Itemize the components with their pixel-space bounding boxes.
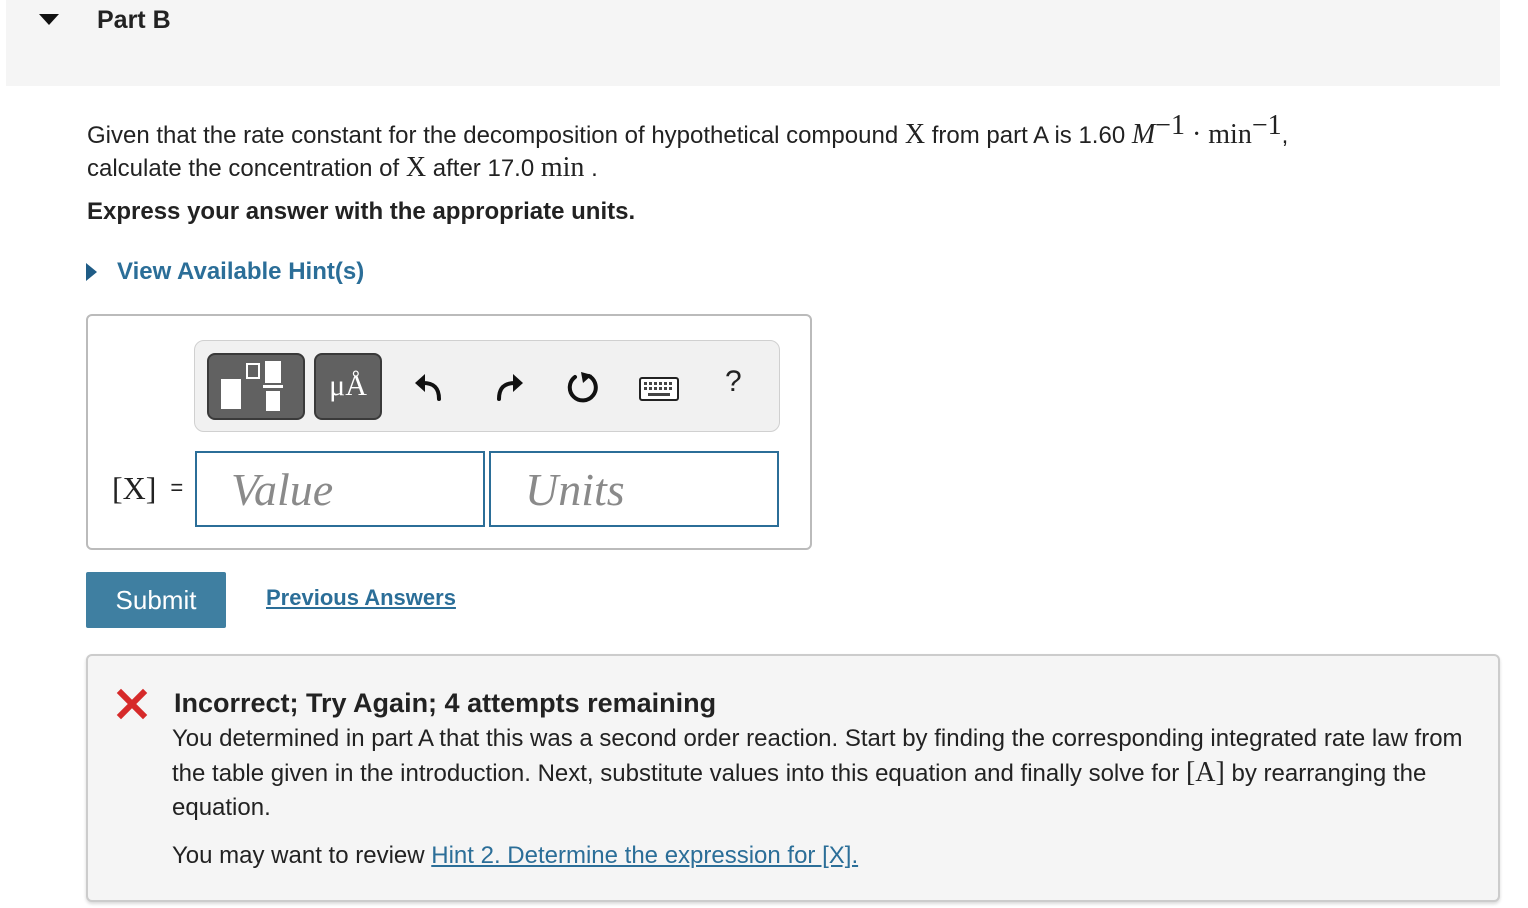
concentration-symbol: [A] (1185, 757, 1225, 788)
view-hints-label: View Available Hint(s) (117, 258, 365, 285)
unit-exponent: −1 (1251, 110, 1282, 141)
molarity-unit: M (1131, 119, 1156, 150)
question-text: Given that the rate constant for the dec… (87, 110, 1467, 185)
part-header[interactable]: Part B (6, 0, 1500, 86)
question-fragment: , (1281, 122, 1289, 149)
question-fragment: from part A is 1.60 (925, 122, 1132, 149)
keyboard-icon[interactable] (639, 377, 679, 401)
instruction-text: Express your answer with the appropriate… (87, 198, 636, 225)
x-mark-icon (116, 688, 148, 720)
question-fragment: . (584, 155, 598, 182)
dot-operator: · (1184, 119, 1209, 150)
compound-symbol: X (904, 119, 926, 150)
help-button[interactable]: ? (725, 365, 742, 399)
question-fragment: calculate the concentration of (87, 155, 406, 182)
undo-icon[interactable] (411, 369, 447, 405)
equals-sign: = (170, 475, 184, 500)
value-input[interactable] (195, 451, 485, 527)
math-toolbar: μÅ ? (194, 340, 780, 432)
redo-icon[interactable] (491, 369, 527, 405)
templates-button[interactable] (207, 353, 305, 420)
review-prefix: You may want to review (172, 842, 432, 869)
feedback-body: You determined in part A that this was a… (172, 722, 1482, 825)
fraction-template-icon (221, 361, 283, 411)
answer-variable-label: [X] = (112, 470, 183, 507)
time-unit: min (540, 152, 585, 183)
question-fragment: Given that the rate constant for the dec… (87, 122, 905, 149)
caret-right-icon (86, 263, 97, 281)
part-title: Part B (97, 6, 171, 34)
hint-2-link[interactable]: Hint 2. Determine the expression for [X]… (431, 842, 858, 869)
units-symbol: μÅ (329, 369, 367, 402)
units-input[interactable] (489, 451, 779, 527)
submit-button[interactable]: Submit (86, 572, 226, 628)
feedback-review: You may want to review Hint 2. Determine… (172, 842, 858, 870)
feedback-title: Incorrect; Try Again; 4 attempts remaini… (174, 688, 717, 718)
previous-answers-link[interactable]: Previous Answers (266, 585, 456, 611)
question-fragment: after 17.0 (426, 155, 541, 182)
unit-exponent: −1 (1155, 110, 1185, 141)
variable-symbol: [X] (112, 470, 157, 506)
units-button[interactable]: μÅ (314, 353, 382, 420)
compound-symbol: X (405, 152, 427, 183)
reset-icon[interactable] (565, 369, 601, 405)
answer-box: μÅ ? [X] = (86, 314, 812, 550)
caret-down-icon[interactable] (39, 14, 59, 25)
view-hints-toggle[interactable]: View Available Hint(s) (86, 258, 364, 286)
minute-unit: min (1208, 119, 1252, 150)
feedback-panel: Incorrect; Try Again; 4 attempts remaini… (86, 654, 1500, 902)
